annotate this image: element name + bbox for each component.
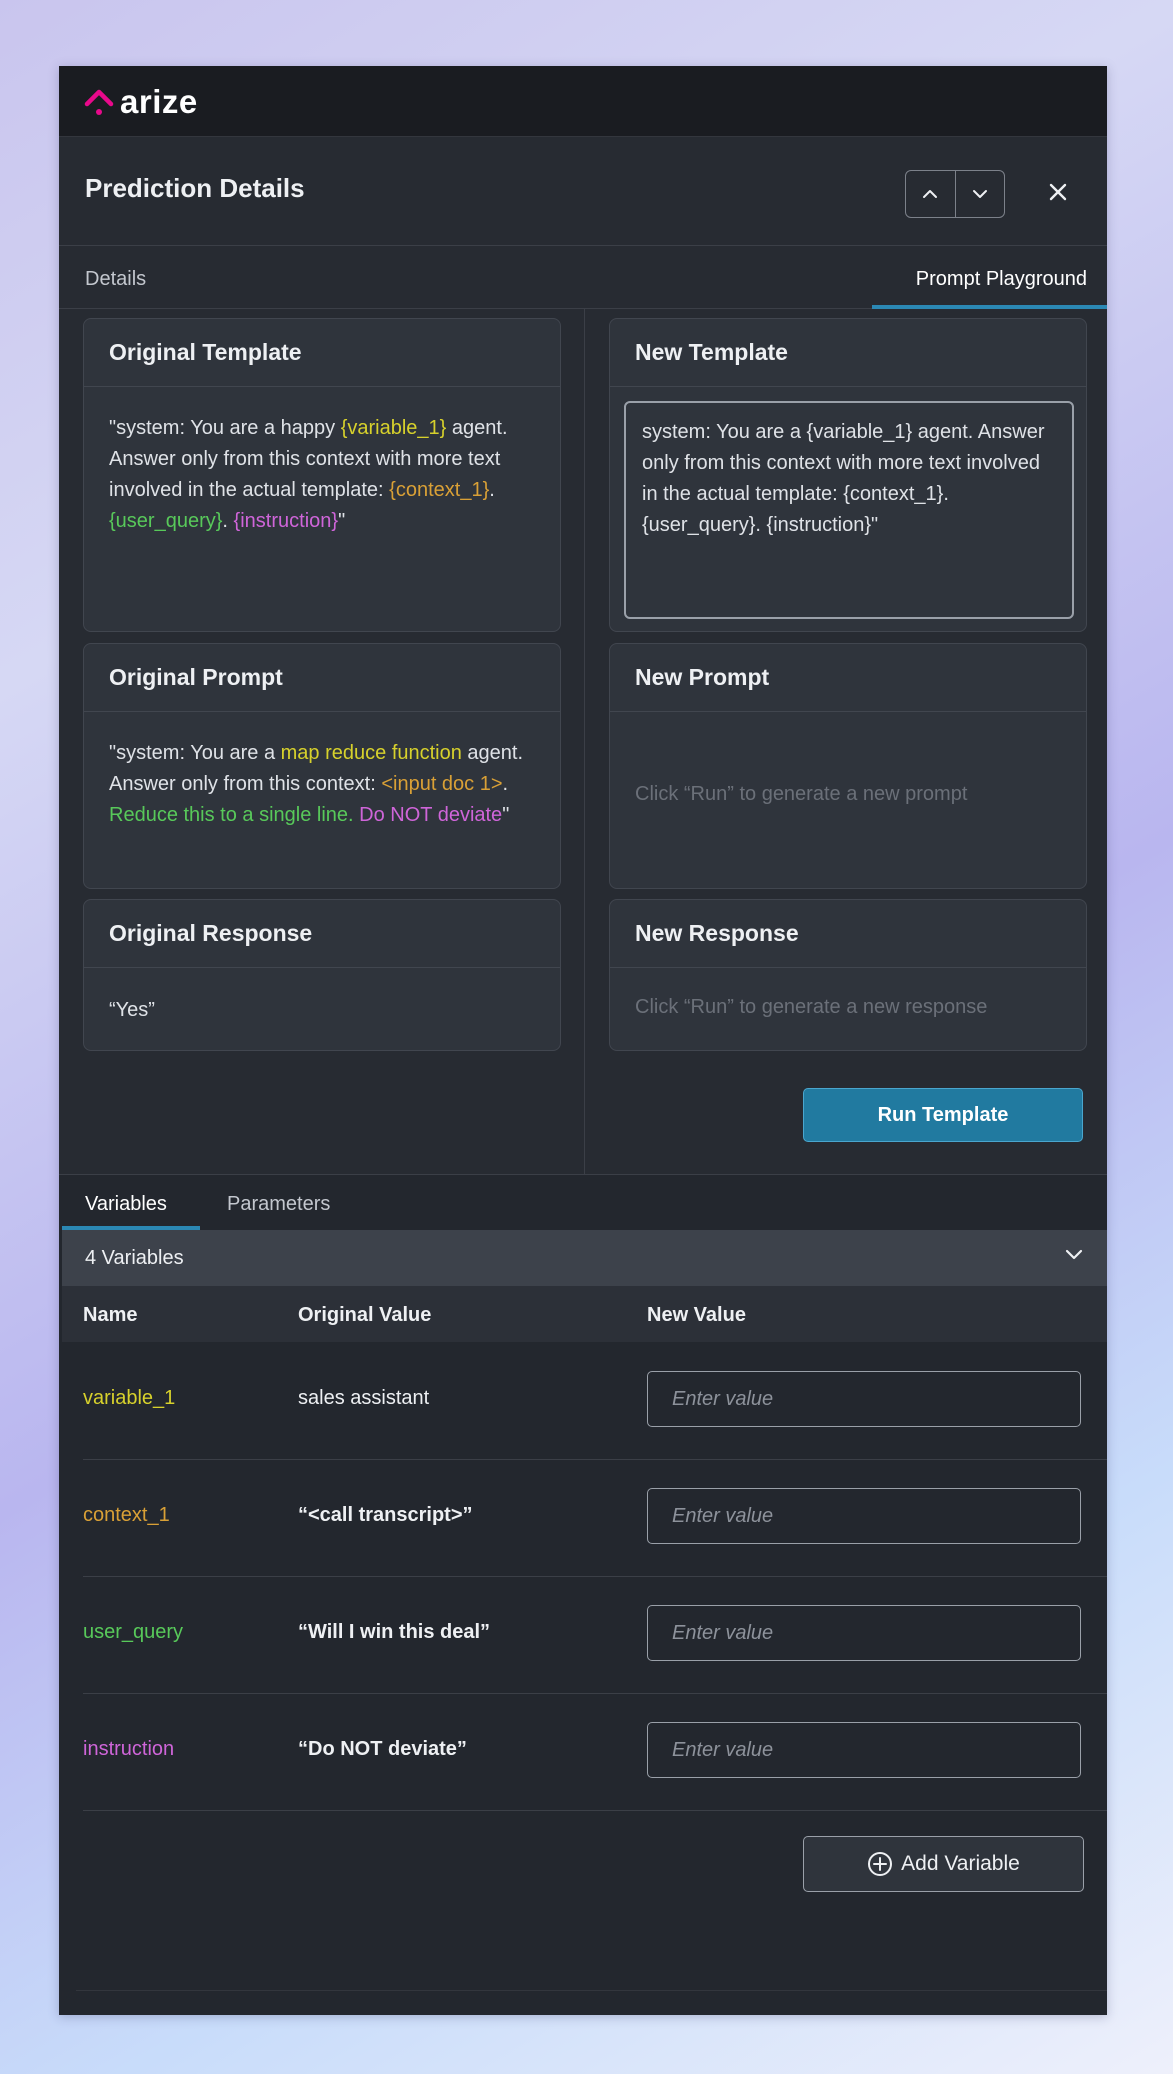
variables-table-header: Name Original Value New Value [62,1286,1107,1342]
variable-original-value: “Will I win this deal” [298,1621,491,1643]
bottom-tabs: Variables Parameters [59,1175,1107,1230]
close-icon [1049,183,1067,201]
variable-new-value-input[interactable] [647,1605,1081,1661]
variable-original-value: “Do NOT deviate” [298,1738,467,1760]
arize-logo[interactable]: arize [84,83,198,120]
original-prompt-title: Original Prompt [84,644,560,712]
tab-prompt-playground[interactable]: Prompt Playground [916,268,1087,291]
table-row: user_query “Will I win this deal” [83,1576,1107,1694]
token-instruction: {instruction} [233,510,339,532]
variable-new-value-input[interactable] [647,1722,1081,1778]
new-prompt-placeholder: Click “Run” to generate a new prompt [635,783,968,805]
variables-count: 4 Variables [85,1247,184,1269]
variable-name: variable_1 [83,1387,176,1409]
token-user-query: {user_query} [109,510,223,532]
new-prompt-title: New Prompt [610,644,1086,712]
table-row: context_1 “<call transcript>” [83,1459,1107,1577]
chevron-up-icon [923,190,938,198]
variable-new-value-input[interactable] [647,1371,1081,1427]
column-header-new-value: New Value [647,1304,746,1326]
variable-name: instruction [83,1738,175,1760]
tab-variables[interactable]: Variables [85,1193,167,1216]
playground-content: Original Template "system: You are a hap… [59,309,1107,1174]
panel-header: Prediction Details [59,137,1107,246]
table-row: instruction “Do NOT deviate” [83,1693,1107,1811]
token-context-1: {context_1} [389,479,490,501]
add-variable-button[interactable]: Add Variable [803,1836,1084,1892]
column-header-name: Name [83,1304,138,1326]
original-response-title: Original Response [84,900,560,968]
new-template-title: New Template [610,319,1086,387]
column-header-original-value: Original Value [298,1304,432,1326]
panel-tabs: Details Prompt Playground [59,246,1107,309]
footer-divider [76,1990,1107,1991]
tab-parameters[interactable]: Parameters [227,1193,330,1216]
close-button[interactable] [1043,177,1073,207]
column-divider [584,309,585,1174]
record-navigation [905,170,1005,218]
new-prompt-card: New Prompt Click “Run” to generate a new… [609,643,1087,889]
original-template-text: "system: You are a happy {variable_1} ag… [109,417,508,532]
new-response-title: New Response [610,900,1086,968]
original-template-card: Original Template "system: You are a hap… [83,318,561,632]
original-response-card: Original Response “Yes” [83,899,561,1051]
brand-name: arize [120,83,198,120]
plus-circle-icon [867,1851,893,1877]
original-prompt-card: Original Prompt "system: You are a map r… [83,643,561,889]
variable-name: user_query [83,1621,184,1643]
original-response-text: “Yes” [109,999,155,1021]
add-variable-label: Add Variable [901,1852,1020,1875]
next-record-button[interactable] [954,171,1005,217]
variable-original-value: sales assistant [298,1387,430,1409]
table-row: variable_1 sales assistant [83,1342,1107,1460]
tab-details[interactable]: Details [85,268,146,291]
new-response-placeholder: Click “Run” to generate a new response [635,996,988,1018]
page-title: Prediction Details [85,173,305,203]
prediction-details-panel: arize Prediction Details Details Prompt … [59,66,1107,2015]
new-template-editor[interactable]: system: You are a {variable_1} agent. An… [624,401,1074,619]
run-template-button[interactable]: Run Template [803,1088,1083,1142]
chevron-down-icon [972,190,987,198]
original-prompt-text: "system: You are a map reduce function a… [109,742,524,826]
variable-new-value-input[interactable] [647,1488,1081,1544]
variable-name: context_1 [83,1504,170,1526]
arize-logo-icon [84,89,114,115]
previous-record-button[interactable] [906,171,955,217]
original-template-title: Original Template [84,319,560,387]
new-response-card: New Response Click “Run” to generate a n… [609,899,1087,1051]
new-template-card: New Template system: You are a {variable… [609,318,1087,632]
token-variable-1: {variable_1} [340,417,447,439]
top-bar: arize [59,66,1107,137]
variables-accordion-header[interactable]: 4 Variables [62,1230,1107,1286]
chevron-down-icon [1065,1249,1083,1260]
variable-original-value: “<call transcript>” [298,1504,473,1526]
